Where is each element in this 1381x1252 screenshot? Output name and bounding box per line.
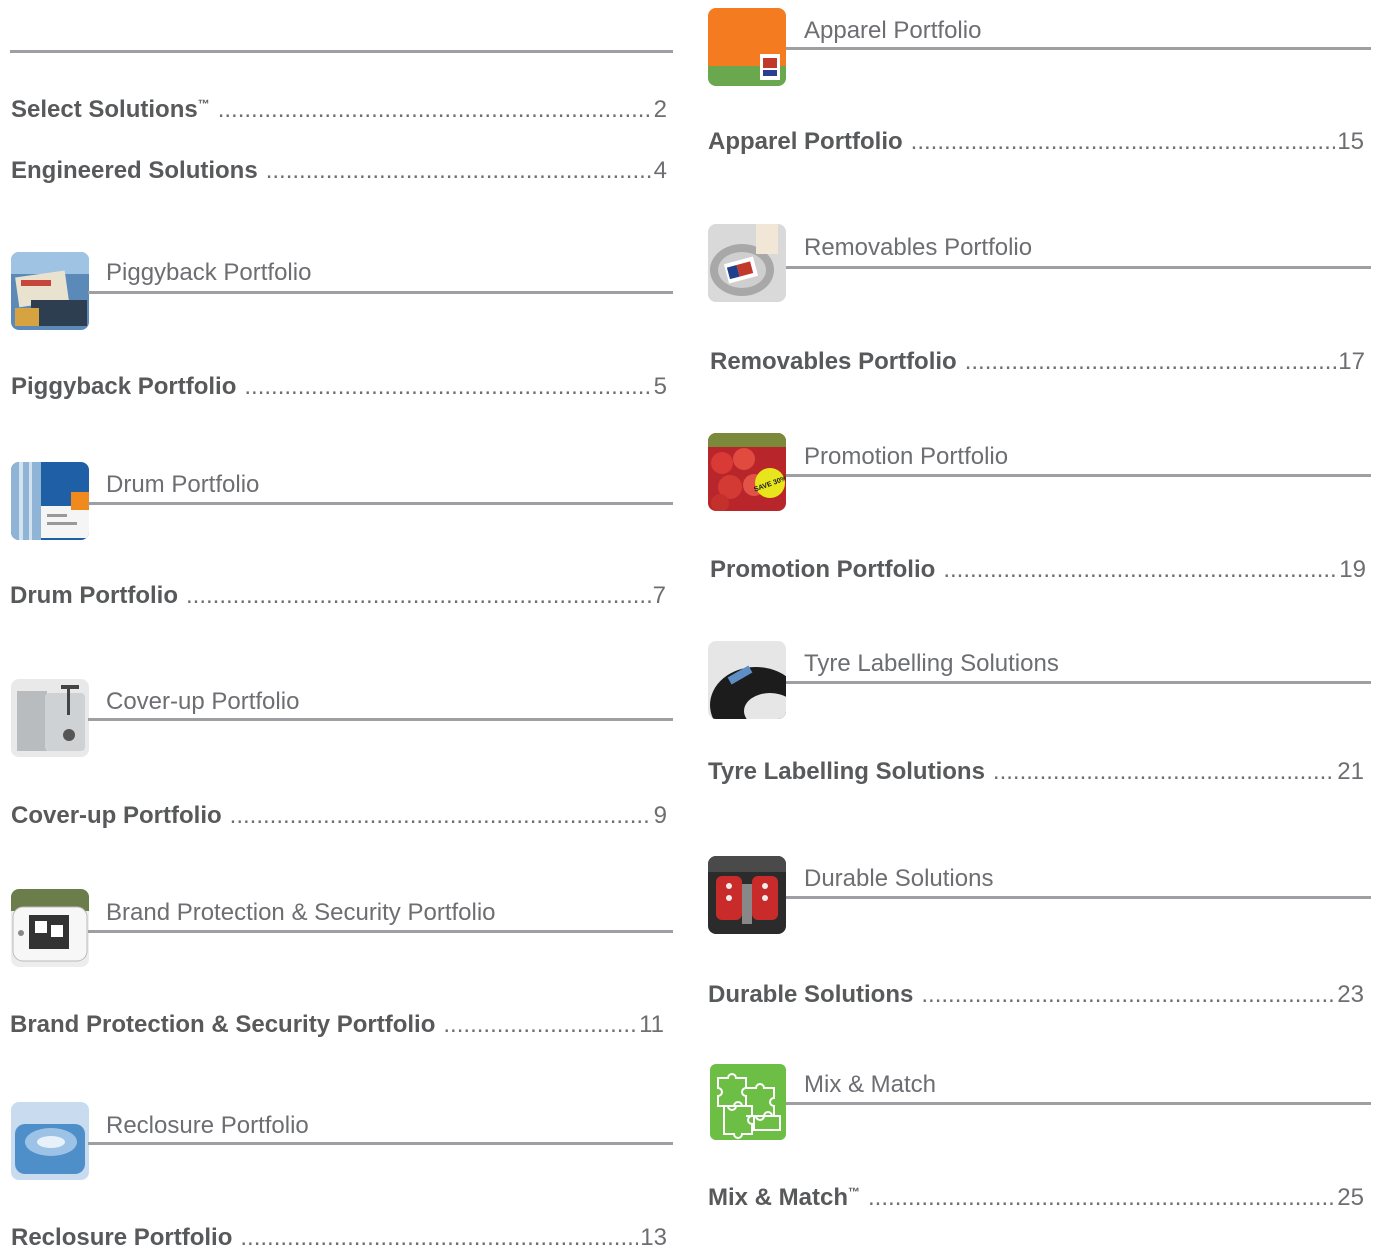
toc-entry-tyre-labelling[interactable]: Tyre Labelling Solutions 21 <box>708 758 1364 786</box>
dot-leader <box>443 1011 637 1039</box>
tomato-save-photo-icon: SAVE 30% <box>708 433 786 511</box>
dot-leader <box>921 981 1335 1009</box>
section-heading: Promotion Portfolio <box>804 443 1009 470</box>
section-heading: Apparel Portfolio <box>804 17 982 44</box>
dot-leader <box>911 128 1336 156</box>
toc-entry-engineered-solutions[interactable]: Engineered Solutions 4 <box>11 157 667 185</box>
section-rule <box>88 502 673 505</box>
section-rule <box>88 291 673 294</box>
page-number: 7 <box>652 582 666 609</box>
dot-leader <box>965 348 1337 376</box>
section-rule <box>786 896 1371 899</box>
dot-leader <box>993 758 1335 786</box>
toc-entry-promotion[interactable]: Promotion Portfolio 19 <box>710 556 1366 584</box>
section-heading: Durable Solutions <box>804 865 994 892</box>
section-heading: Mix & Match <box>804 1071 937 1098</box>
dot-leader <box>868 1184 1335 1212</box>
section-heading: Reclosure Portfolio <box>106 1112 309 1139</box>
top-rule <box>10 50 673 53</box>
section-heading: Removables Portfolio <box>804 234 1033 261</box>
drum-photo-icon <box>11 462 89 540</box>
section-rule <box>88 930 673 933</box>
dot-leader <box>240 1224 638 1252</box>
toc-entry-mix-and-match[interactable]: Mix & Match™ 25 <box>708 1184 1364 1212</box>
toc-entry-apparel[interactable]: Apparel Portfolio 15 <box>708 128 1364 156</box>
page-number: 4 <box>653 157 667 184</box>
engine-photo-icon <box>708 856 786 934</box>
page-number: 13 <box>640 1224 667 1251</box>
toc-entry-label: Engineered Solutions <box>11 157 258 184</box>
section-heading: Cover-up Portfolio <box>106 688 300 715</box>
page-number: 21 <box>1337 758 1364 785</box>
section-rule <box>786 474 1371 477</box>
page-number: 23 <box>1337 981 1364 1008</box>
toc-entry-reclosure[interactable]: Reclosure Portfolio 13 <box>11 1224 667 1252</box>
security-device-photo-icon <box>11 889 89 967</box>
section-heading: Piggyback Portfolio <box>106 259 312 286</box>
page-number: 25 <box>1337 1184 1364 1211</box>
dot-leader <box>943 556 1337 584</box>
toaster-photo-icon <box>11 679 89 757</box>
section-rule <box>786 1102 1371 1105</box>
toc-entry-label: Promotion Portfolio <box>710 556 936 583</box>
toc-entry-durable[interactable]: Durable Solutions 23 <box>708 981 1364 1009</box>
page-number: 17 <box>1338 348 1365 375</box>
page-number: 5 <box>653 373 667 400</box>
tyre-photo-icon <box>708 641 786 719</box>
toc-entry-label: Apparel Portfolio <box>708 128 903 155</box>
section-rule <box>88 718 673 721</box>
piggyback-photo-icon <box>11 252 89 330</box>
section-heading: Drum Portfolio <box>106 471 260 498</box>
wipes-pack-photo-icon <box>11 1102 89 1180</box>
toc-entry-drum[interactable]: Drum Portfolio 7 <box>10 582 666 610</box>
toc-entry-label: Brand Protection & Security Portfolio <box>10 1011 436 1038</box>
toc-entry-label: Drum Portfolio <box>10 582 178 609</box>
toc-entry-piggyback[interactable]: Piggyback Portfolio 5 <box>11 373 667 401</box>
toc-entry-label: Removables Portfolio <box>710 348 957 375</box>
toc-entry-label: Durable Solutions <box>708 981 914 1008</box>
dot-leader <box>244 373 651 401</box>
toc-entry-label: Mix & Match™ <box>708 1184 861 1211</box>
section-rule <box>88 1142 673 1145</box>
section-rule <box>786 266 1371 269</box>
page-number: 9 <box>653 802 667 829</box>
section-rule <box>786 47 1371 50</box>
toc-entry-brand-protection[interactable]: Brand Protection & Security Portfolio 11 <box>10 1011 664 1039</box>
toc-entry-cover-up[interactable]: Cover-up Portfolio 9 <box>11 802 667 830</box>
puzzle-icon <box>710 1064 786 1140</box>
toc-entry-label: Cover-up Portfolio <box>11 802 222 829</box>
toc-entry-label: Tyre Labelling Solutions <box>708 758 985 785</box>
cookware-photo-icon <box>708 224 786 302</box>
toc-entry-label: Reclosure Portfolio <box>11 1224 233 1251</box>
section-heading: Tyre Labelling Solutions <box>804 650 1059 677</box>
page-number: 11 <box>639 1011 664 1038</box>
section-rule <box>786 681 1371 684</box>
toc-entry-label: Piggyback Portfolio <box>11 373 237 400</box>
toc-entry-select-solutions[interactable]: Select Solutions™ 2 <box>11 96 667 124</box>
dot-leader <box>186 582 651 610</box>
page-number: 15 <box>1337 128 1364 155</box>
dot-leader <box>230 802 652 830</box>
dot-leader <box>218 96 652 124</box>
page-number: 19 <box>1339 556 1366 583</box>
page-number: 2 <box>653 96 667 123</box>
toc-entry-removables[interactable]: Removables Portfolio 17 <box>710 348 1365 376</box>
toc-entry-label: Select Solutions™ <box>11 96 210 123</box>
dot-leader <box>266 157 652 185</box>
apparel-tag-photo-icon <box>708 8 786 86</box>
section-heading: Brand Protection & Security Portfolio <box>106 899 496 926</box>
